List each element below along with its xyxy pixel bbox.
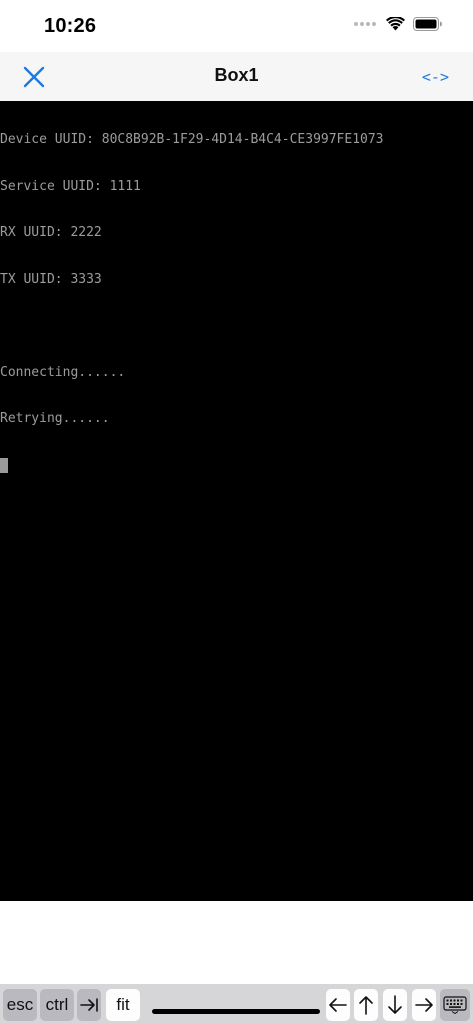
nav-bar: Box1 <-> bbox=[0, 52, 473, 101]
blank-area bbox=[0, 901, 473, 984]
close-x-icon bbox=[23, 66, 45, 88]
cellular-dots-icon bbox=[354, 22, 376, 26]
arrow-right-key[interactable] bbox=[412, 989, 436, 1021]
terminal-line: Connecting...... bbox=[0, 364, 126, 380]
ctrl-key-label: ctrl bbox=[45, 995, 69, 1014]
status-icons bbox=[354, 17, 443, 31]
terminal-cursor-line bbox=[0, 457, 473, 474]
terminal-view[interactable]: Device UUID: 80C8B92B-1F29-4D14-B4C4-CE3… bbox=[0, 101, 473, 901]
keyboard-icon bbox=[443, 996, 467, 1014]
status-time: 10:26 bbox=[44, 15, 97, 37]
battery-icon bbox=[413, 17, 442, 31]
ctrl-key[interactable]: ctrl bbox=[40, 989, 74, 1021]
terminal-line: Retrying...... bbox=[0, 411, 110, 426]
swap-button[interactable]: <-> bbox=[422, 68, 449, 86]
arrow-up-key[interactable] bbox=[354, 989, 378, 1021]
arrow-left-icon bbox=[329, 998, 347, 1012]
wifi-icon bbox=[386, 17, 405, 31]
arrow-down-icon bbox=[388, 995, 402, 1014]
keyboard-toggle-key[interactable] bbox=[440, 989, 470, 1021]
arrow-left-key[interactable] bbox=[326, 989, 350, 1021]
close-button[interactable] bbox=[21, 64, 47, 90]
arrow-up-icon bbox=[359, 996, 373, 1015]
home-indicator bbox=[152, 1009, 320, 1014]
keyboard-accessory-bar: esc ctrl fit bbox=[0, 984, 473, 1024]
tab-key[interactable] bbox=[77, 989, 101, 1021]
terminal-line: RX UUID: 2222 bbox=[0, 225, 102, 240]
arrow-right-icon bbox=[415, 998, 433, 1012]
esc-key-label: esc bbox=[6, 995, 34, 1014]
fit-key[interactable]: fit bbox=[106, 989, 140, 1021]
status-bar: 10:26 bbox=[0, 0, 473, 52]
terminal-line: Device UUID: 80C8B92B-1F29-4D14-B4C4-CE3… bbox=[0, 132, 384, 147]
page-title: Box1 bbox=[214, 65, 259, 85]
terminal-output: Device UUID: 80C8B92B-1F29-4D14-B4C4-CE3… bbox=[0, 101, 473, 504]
esc-key[interactable]: esc bbox=[3, 989, 37, 1021]
terminal-cursor bbox=[0, 457, 8, 473]
terminal-line: Service UUID: 1111 bbox=[0, 178, 141, 194]
tab-arrow-icon bbox=[80, 998, 98, 1012]
fit-key-label: fit bbox=[116, 995, 130, 1014]
terminal-line: TX UUID: 3333 bbox=[0, 271, 102, 287]
arrow-down-key[interactable] bbox=[383, 989, 407, 1021]
